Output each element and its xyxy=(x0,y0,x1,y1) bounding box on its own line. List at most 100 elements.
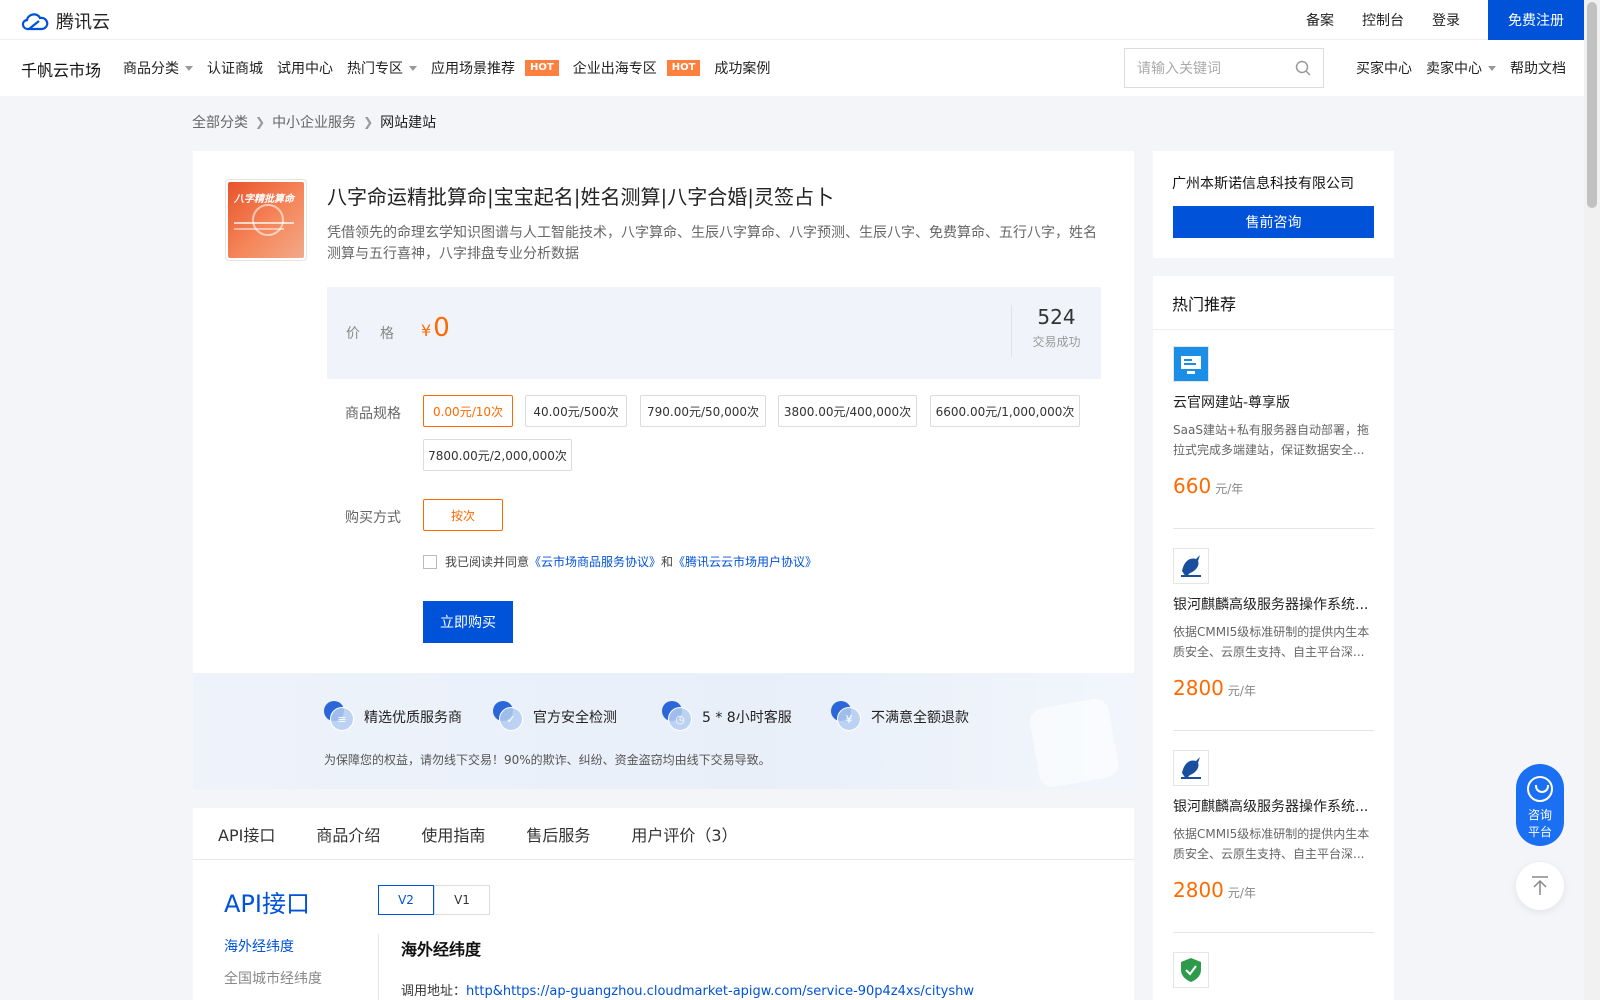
vendor-name[interactable]: 广州本斯诺信息科技有限公司 xyxy=(1172,173,1354,193)
consult-platform-button[interactable]: 咨询 平台 xyxy=(1516,764,1564,846)
website-builder-icon xyxy=(1173,346,1209,382)
spec-option[interactable]: 0.00元/10次 xyxy=(423,395,513,427)
currency-symbol: ¥ xyxy=(421,321,432,340)
product-title: 八字命运精批算命|宝宝起名|姓名测算|八字合婚|灵签占卜 xyxy=(327,185,834,209)
api-link-city-coords[interactable]: 全国城市经纬度 xyxy=(224,968,322,988)
spec-option[interactable]: 6600.00元/1,000,000次 xyxy=(930,395,1080,427)
search-icon[interactable] xyxy=(1295,60,1311,76)
spec-option[interactable]: 7800.00元/2,000,000次 xyxy=(423,439,572,471)
nav-item-categories[interactable]: 商品分类 xyxy=(123,58,193,78)
nav-item-trial-center[interactable]: 试用中心 xyxy=(277,58,333,78)
shield-product-icon xyxy=(1173,952,1209,988)
guarantee-banner: ≡ 精选优质服务商 ✓ 官方安全检测 ◷ 5 * 8小时客服 ¥ 不满意全额退款… xyxy=(193,673,1134,789)
service-agreement-link[interactable]: 《云市场商品服务协议》 xyxy=(529,553,661,570)
spec-option[interactable]: 790.00元/50,000次 xyxy=(640,395,766,427)
help-docs-link[interactable]: 帮助文档 xyxy=(1510,58,1566,78)
agreement-checkbox[interactable] xyxy=(423,554,437,569)
offline-trade-warning: 为保障您的权益，请勿线下交易！90%的欺诈、纠纷、资金盗窃均由线下交易导致。 xyxy=(324,753,771,767)
top-links: 备案 控制台 登录 免费注册 xyxy=(1306,0,1584,40)
nav-item-hot-zone[interactable]: 热门专区 xyxy=(347,58,417,78)
guarantee-item: ≡ 精选优质服务商 xyxy=(324,701,462,733)
recommend-item[interactable]: 银河麒麟高级服务器操作系统... 依据CMMI5级标准研制的提供内生本质安全、云… xyxy=(1173,548,1374,700)
api-doc-title: 海外经纬度 xyxy=(401,940,482,959)
vendor-card: 广州本斯诺信息科技有限公司 售前咨询 xyxy=(1153,151,1394,258)
agreement-and: 和 xyxy=(661,555,674,569)
detail-tabs: API接口 商品介绍 使用指南 售后服务 用户评价（3） xyxy=(193,808,1134,860)
price-value: ¥ 0 xyxy=(421,313,450,343)
api-version-toggle: V2 V1 xyxy=(378,885,490,915)
register-button[interactable]: 免费注册 xyxy=(1488,0,1584,40)
tab-user-reviews[interactable]: 用户评价（3） xyxy=(631,822,737,846)
chevron-right-icon: ❯ xyxy=(363,115,374,129)
chevron-down-icon xyxy=(1488,65,1496,71)
trade-stat: 524 交易成功 xyxy=(1011,305,1101,357)
recommend-item-price: 2800 xyxy=(1173,878,1224,902)
logo-text: 腾讯云 xyxy=(56,12,110,33)
nav-item-certified-mall[interactable]: 认证商城 xyxy=(207,58,263,78)
tencent-cloud-logo[interactable]: 腾讯云 xyxy=(20,8,110,34)
version-v2-button[interactable]: V2 xyxy=(378,885,434,915)
price-box: 价格 ¥ 0 524 交易成功 xyxy=(327,287,1101,379)
recommend-item-name: 云官网建站-尊享版 xyxy=(1173,395,1291,411)
tab-after-sales[interactable]: 售后服务 xyxy=(526,822,590,846)
price-label: 价格 xyxy=(346,326,414,342)
login-link[interactable]: 登录 xyxy=(1432,10,1460,30)
purchase-method-option[interactable]: 按次 xyxy=(423,499,503,531)
back-to-top-button[interactable] xyxy=(1516,862,1564,910)
kylin-icon xyxy=(1173,548,1209,584)
nav-item-cases[interactable]: 成功案例 xyxy=(714,58,770,78)
price-amount: 0 xyxy=(433,313,450,343)
breadcrumb-all-categories[interactable]: 全部分类 xyxy=(192,112,248,132)
product-description: 凭借领先的命理玄学知识图谱与人工智能技术，八字算命、生辰八字算命、八字预测、生辰… xyxy=(327,225,1097,262)
page-scrollbar[interactable] xyxy=(1584,0,1600,1000)
product-image: 八字精批算命 xyxy=(225,179,307,261)
buyer-center-link[interactable]: 买家中心 xyxy=(1356,58,1412,78)
chevron-down-icon xyxy=(185,65,193,71)
presales-consult-button[interactable]: 售前咨询 xyxy=(1173,206,1374,238)
top-bar: 腾讯云 备案 控制台 登录 免费注册 xyxy=(0,0,1584,40)
recommend-item-price: 2800 xyxy=(1173,676,1224,700)
tab-api[interactable]: API接口 xyxy=(218,822,275,846)
tab-usage-guide[interactable]: 使用指南 xyxy=(421,822,485,846)
divider xyxy=(1173,528,1374,529)
seller-center-link[interactable]: 卖家中心 xyxy=(1426,58,1496,78)
search-box xyxy=(1124,48,1324,88)
nav-item-scenarios[interactable]: 应用场景推荐 HOT xyxy=(431,58,559,78)
headset-icon xyxy=(1527,776,1553,802)
nav-menu: 商品分类 认证商城 试用中心 热门专区 应用场景推荐 HOT 企业出海专区 HOT … xyxy=(123,40,784,96)
spec-option[interactable]: 40.00元/500次 xyxy=(525,395,627,427)
arrow-up-icon xyxy=(1532,876,1548,895)
nav-item-overseas[interactable]: 企业出海专区 HOT xyxy=(573,58,701,78)
version-v1-button[interactable]: V1 xyxy=(434,885,490,915)
recommend-item-unit: 元/年 xyxy=(1227,684,1256,698)
hot-recommendations: 热门推荐 云官网建站-尊享版 SaaS建站+私有服务器自动部署，拖拉式完成多端建… xyxy=(1153,276,1394,1000)
recommend-item[interactable]: 云官网建站-尊享版 SaaS建站+私有服务器自动部署，拖拉式完成多端建站，保证数… xyxy=(1173,346,1374,498)
product-card: 八字精批算命 八字命运精批算命|宝宝起名|姓名测算|八字合婚|灵签占卜 凭借领先… xyxy=(193,151,1134,789)
breadcrumb-current: 网站建站 xyxy=(380,115,437,131)
scrollbar-thumb[interactable] xyxy=(1587,2,1597,208)
filing-link[interactable]: 备案 xyxy=(1306,10,1334,30)
endpoint-url[interactable]: http&https://ap-guangzhou.cloudmarket-ap… xyxy=(466,984,974,999)
console-link[interactable]: 控制台 xyxy=(1362,10,1404,30)
search-input[interactable] xyxy=(1137,60,1287,76)
shield-decoration xyxy=(1027,696,1121,789)
breadcrumb-sme-services[interactable]: 中小企业服务 xyxy=(272,112,356,132)
guarantee-item: ◷ 5 * 8小时客服 xyxy=(662,701,792,733)
recommend-item[interactable]: 银河麒麟高级服务器操作系统... 依据CMMI5级标准研制的提供内生本质安全、云… xyxy=(1173,750,1374,902)
marketplace-brand[interactable]: 千帆云市场 xyxy=(21,57,101,81)
api-endpoint: 调用地址：http&https://ap-guangzhou.cloudmark… xyxy=(401,980,974,999)
user-agreement-link[interactable]: 《腾讯云云市场用户协议》 xyxy=(673,553,817,570)
buy-now-button[interactable]: 立即购买 xyxy=(423,601,513,643)
api-link-overseas-coords[interactable]: 海外经纬度 xyxy=(224,936,294,956)
recommend-item-name: 银河麒麟高级服务器操作系统... xyxy=(1173,799,1369,815)
divider xyxy=(378,934,379,1000)
security-check-icon: ✓ xyxy=(493,701,525,733)
spec-option[interactable]: 3800.00元/400,000次 xyxy=(778,395,917,427)
tab-product-intro[interactable]: 商品介绍 xyxy=(316,822,380,846)
recommend-item[interactable] xyxy=(1173,952,1374,988)
chevron-down-icon xyxy=(409,65,417,71)
divider xyxy=(1173,730,1374,731)
provider-icon: ≡ xyxy=(324,701,356,733)
purchase-method-label: 购买方式 xyxy=(345,510,401,526)
nav-right: 买家中心 卖家中心 帮助文档 xyxy=(1356,40,1580,96)
